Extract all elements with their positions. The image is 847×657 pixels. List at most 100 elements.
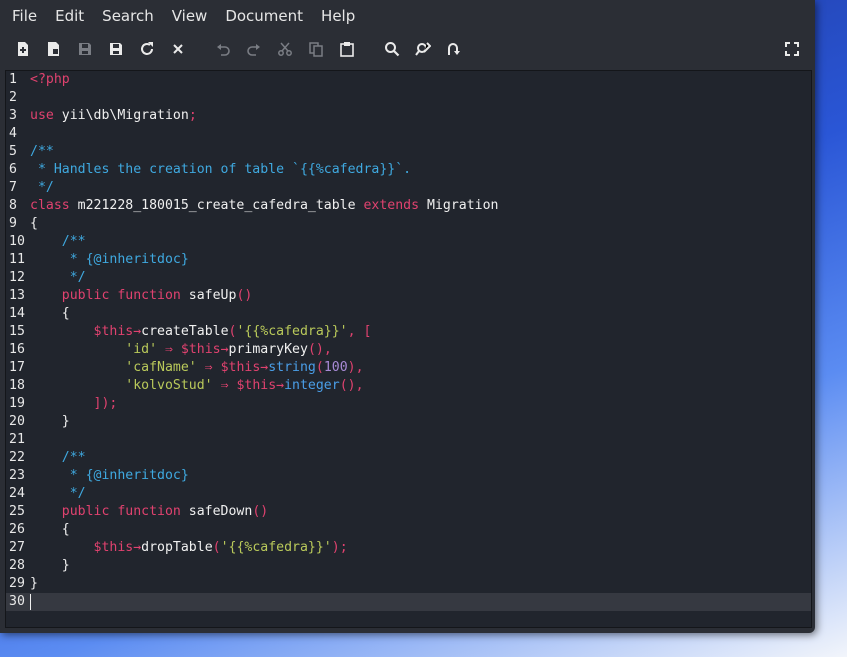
goto-line-icon[interactable] [444,39,464,59]
code-token: → [133,540,142,555]
code-line[interactable]: 16 'id' ⇒ $this→primaryKey(), [6,341,811,359]
code-line[interactable]: 13 public function safeUp() [6,287,811,305]
menu-help[interactable]: Help [315,0,361,33]
reload-icon[interactable] [137,39,157,59]
code-line[interactable]: 15 $this→createTable('{{%cafedra}}', [ [6,323,811,341]
code-line[interactable]: 29} [6,575,811,593]
code-token: public function [30,288,189,303]
code-token: ( [315,360,324,375]
code-token: 'id' [30,342,158,357]
code-line[interactable]: 20 } [6,413,811,431]
code-token: /** [30,450,86,465]
redo-icon[interactable] [244,39,264,59]
code-line[interactable]: 23 * {@inheritdoc} [6,467,811,485]
line-code: */ [30,269,86,287]
code-line[interactable]: 12 */ [6,269,811,287]
menu-view[interactable]: View [166,0,214,33]
line-number: 27 [9,540,25,555]
line-code: 'kolvoStud' ⇒ $this→integer(), [30,377,364,395]
code-line[interactable]: 9{ [6,215,811,233]
code-line[interactable]: 4 [6,125,811,143]
new-file-icon[interactable] [13,39,33,59]
line-code: /** [30,233,86,251]
code-line[interactable]: 30 [6,593,811,611]
code-token: integer [284,378,340,393]
copy-file-icon[interactable] [44,39,64,59]
code-line[interactable]: 8 class m221228_180015_create_cafedra_tab… [6,197,811,215]
code-token: * {@inheritdoc} [30,252,189,267]
code-line[interactable]: 26 { [6,521,811,539]
code-token: string [268,360,316,375]
menu-file[interactable]: File [6,0,43,33]
code-token: safeDown [188,504,253,519]
code-token: /** [30,144,54,159]
code-token: ), [347,360,364,375]
code-token: ⇒ [157,342,181,357]
line-code: { [30,215,38,233]
save-icon[interactable] [75,39,95,59]
line-number: 17 [9,360,25,375]
code-line[interactable]: 11 * {@inheritdoc} [6,251,811,269]
code-line[interactable]: 1 <?php [6,71,811,89]
code-token: * {@inheritdoc} [30,468,189,483]
paste-icon[interactable] [337,39,357,59]
line-code: class m221228_180015_create_cafedra_tabl… [30,197,498,215]
cut-icon[interactable] [275,39,295,59]
code-line[interactable]: 22 /** [6,449,811,467]
code-token: , [ [347,324,372,339]
copy-icon[interactable] [306,39,326,59]
code-token: yii\db\Migration [61,108,189,123]
line-number: 12 [9,270,25,285]
code-line[interactable]: 18 'kolvoStud' ⇒ $this→integer(), [6,377,811,395]
line-code: public function safeUp() [30,287,253,305]
code-line[interactable]: 3 use yii\db\Migration; [6,107,811,125]
code-token: m221228_180015_create_cafedra_table [77,198,364,213]
undo-icon[interactable] [213,39,233,59]
code-line[interactable]: 14 { [6,305,811,323]
line-number: 8 [9,198,17,213]
line-code: <?php [30,71,70,89]
code-line[interactable]: 5 /** [6,143,811,161]
code-line[interactable]: 28 } [6,557,811,575]
line-number: 4 [9,126,17,141]
code-line[interactable]: 7 */ [6,179,811,197]
fullscreen-icon[interactable] [782,39,802,59]
replace-icon[interactable] [413,39,433,59]
code-line[interactable]: 19 ]); [6,395,811,413]
code-token: Migration [427,198,499,213]
save-as-icon[interactable] [106,39,126,59]
code-line[interactable]: 25 public function safeDown() [6,503,811,521]
menu-document[interactable]: Document [219,0,309,33]
line-code: /** [30,449,86,467]
text-caret [30,594,31,610]
line-code: /** [30,143,54,161]
code-token: → [133,324,142,339]
menu-edit[interactable]: Edit [49,0,90,33]
line-number: 26 [9,522,25,537]
code-line[interactable]: 24 */ [6,485,811,503]
code-token: $this [30,540,134,555]
code-line[interactable]: 6 * Handles the creation of table `{{%ca… [6,161,811,179]
line-number: 20 [9,414,25,429]
line-number: 9 [9,216,17,231]
code-line[interactable]: 10 /** [6,233,811,251]
line-number: 1 [9,72,17,87]
code-line[interactable]: 21 [6,431,811,449]
line-number: 18 [9,378,25,393]
code-token: dropTable [141,540,213,555]
line-code: * Handles the creation of table `{{%cafe… [30,161,411,179]
search-icon[interactable] [382,39,402,59]
line-code: $this→dropTable('{{%cafedra}}'); [30,539,348,557]
code-token: */ [30,270,86,285]
code-line[interactable]: 2 [6,89,811,107]
code-token: */ [30,180,54,195]
code-token: (), [339,378,364,393]
line-number: 3 [9,108,17,123]
text-editor-window: File Edit Search View Document Help 1 <?… [0,0,815,633]
code-line[interactable]: 27 $this→dropTable('{{%cafedra}}'); [6,539,811,557]
code-editor[interactable]: 1 <?php 2 3 use yii\db\Migration; 4 5/** 6 * Ha… [5,70,812,628]
close-icon[interactable] [168,39,188,59]
line-code: { [30,305,70,323]
menu-search[interactable]: Search [96,0,160,33]
code-line[interactable]: 17 'cafName' ⇒ $this→string(100), [6,359,811,377]
